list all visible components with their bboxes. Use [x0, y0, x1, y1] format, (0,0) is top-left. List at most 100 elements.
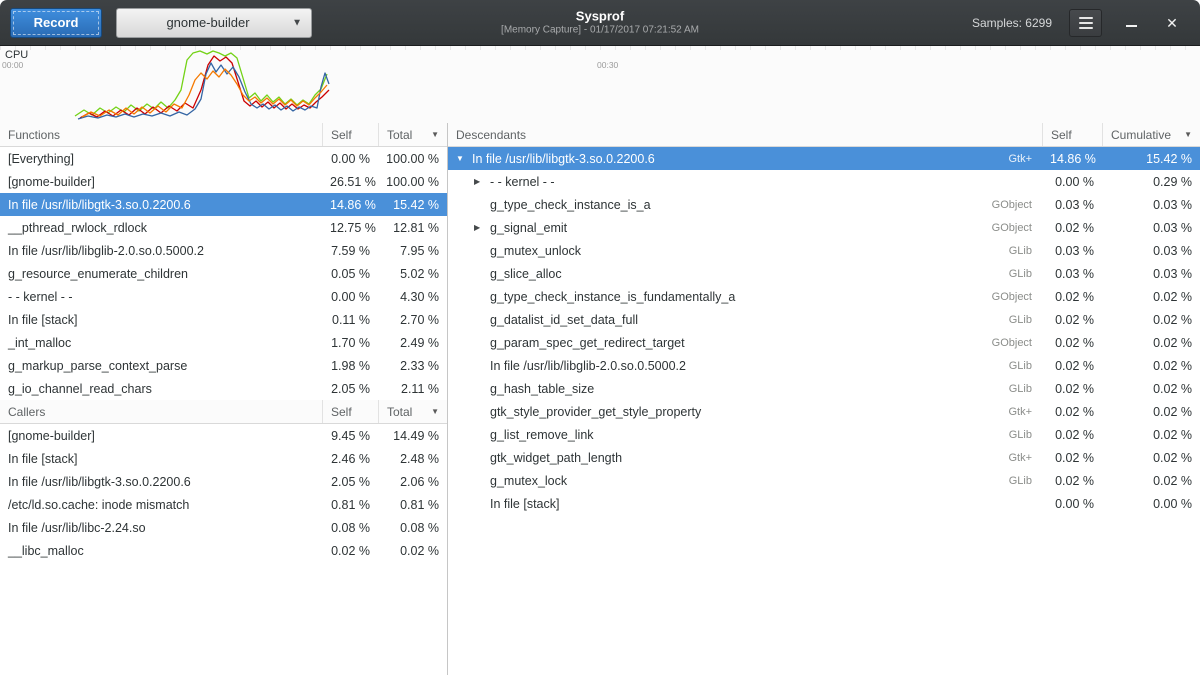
column-header-functions[interactable]: Functions	[0, 123, 322, 146]
menu-button[interactable]	[1069, 9, 1102, 37]
function-name: g_resource_enumerate_children	[0, 267, 322, 281]
table-row[interactable]: [Everything]0.00 %100.00 %	[0, 147, 447, 170]
table-row[interactable]: ▶g_signal_emitGObject0.02 %0.03 %	[448, 216, 1200, 239]
function-name-cell: g_type_check_instance_is_fundamentally_a	[448, 290, 978, 304]
collapse-icon[interactable]: ▼	[456, 154, 472, 163]
function-name: g_type_check_instance_is_fundamentally_a	[490, 290, 735, 304]
column-header-self[interactable]: Self	[322, 400, 378, 423]
self-percent: 0.02 %	[1042, 428, 1102, 442]
function-name: gtk_widget_path_length	[490, 451, 622, 465]
column-header-total[interactable]: Total ▼	[378, 400, 447, 423]
self-percent: 9.45 %	[322, 429, 378, 443]
process-selector-dropdown[interactable]: gnome-builder ▼	[116, 8, 312, 38]
library-badge: GObject	[978, 199, 1042, 211]
table-row[interactable]: g_param_spec_get_redirect_targetGObject0…	[448, 331, 1200, 354]
cumulative-percent: 0.02 %	[1102, 405, 1200, 419]
record-button[interactable]: Record	[10, 8, 102, 38]
table-row[interactable]: g_type_check_instance_is_fundamentally_a…	[448, 285, 1200, 308]
table-row[interactable]: In file /usr/lib/libglib-2.0.so.0.5000.2…	[0, 239, 447, 262]
function-name-cell: g_datalist_id_set_data_full	[448, 313, 978, 327]
function-name: In file [stack]	[0, 313, 322, 327]
cumulative-percent: 0.02 %	[1102, 313, 1200, 327]
total-percent: 100.00 %	[378, 152, 447, 166]
time-label-start: 00:00	[2, 60, 23, 70]
table-row[interactable]: g_resource_enumerate_children0.05 %5.02 …	[0, 262, 447, 285]
self-percent: 0.02 %	[322, 544, 378, 558]
table-row[interactable]: [gnome-builder]9.45 %14.49 %	[0, 424, 447, 447]
table-row[interactable]: g_list_remove_linkGLib0.02 %0.02 %	[448, 423, 1200, 446]
table-row[interactable]: - - kernel - -0.00 %4.30 %	[0, 285, 447, 308]
function-name-cell: gtk_widget_path_length	[448, 451, 978, 465]
function-name: g_mutex_lock	[490, 474, 567, 488]
cumulative-percent: 0.02 %	[1102, 290, 1200, 304]
self-percent: 0.00 %	[322, 152, 378, 166]
table-row[interactable]: g_datalist_id_set_data_fullGLib0.02 %0.0…	[448, 308, 1200, 331]
column-header-cumulative[interactable]: Cumulative ▼	[1102, 123, 1200, 146]
library-badge: Gtk+	[978, 452, 1042, 464]
table-row[interactable]: In file /usr/lib/libglib-2.0.so.0.5000.2…	[448, 354, 1200, 377]
table-row[interactable]: __pthread_rwlock_rdlock12.75 %12.81 %	[0, 216, 447, 239]
self-percent: 0.05 %	[322, 267, 378, 281]
table-row[interactable]: In file [stack]0.00 %0.00 %	[448, 492, 1200, 515]
column-header-descendants[interactable]: Descendants	[448, 123, 1042, 146]
column-header-self[interactable]: Self	[1042, 123, 1102, 146]
table-row[interactable]: In file [stack]2.46 %2.48 %	[0, 447, 447, 470]
table-row[interactable]: In file /usr/lib/libgtk-3.so.0.2200.62.0…	[0, 470, 447, 493]
column-header-total[interactable]: Total ▼	[378, 123, 447, 146]
column-label: Self	[331, 405, 352, 419]
functions-table-header: Functions Self Total ▼	[0, 123, 447, 147]
column-label: Self	[1051, 128, 1072, 142]
right-panel-filler	[448, 515, 1200, 675]
table-row[interactable]: ▼In file /usr/lib/libgtk-3.so.0.2200.6Gt…	[448, 147, 1200, 170]
total-percent: 100.00 %	[378, 175, 447, 189]
table-row[interactable]: g_slice_allocGLib0.03 %0.03 %	[448, 262, 1200, 285]
total-percent: 12.81 %	[378, 221, 447, 235]
table-row[interactable]: gtk_style_provider_get_style_propertyGtk…	[448, 400, 1200, 423]
expand-icon[interactable]: ▶	[474, 177, 490, 186]
self-percent: 2.46 %	[322, 452, 378, 466]
table-row[interactable]: In file /usr/lib/libc-2.24.so0.08 %0.08 …	[0, 516, 447, 539]
hamburger-icon	[1079, 17, 1093, 29]
cpu-series-red	[80, 56, 329, 118]
minimize-button[interactable]	[1119, 11, 1143, 35]
cumulative-percent: 0.02 %	[1102, 474, 1200, 488]
column-header-self[interactable]: Self	[322, 123, 378, 146]
column-header-callers[interactable]: Callers	[0, 400, 322, 423]
column-label: Total	[387, 405, 412, 419]
table-row[interactable]: g_mutex_unlockGLib0.03 %0.03 %	[448, 239, 1200, 262]
table-row[interactable]: gtk_widget_path_lengthGtk+0.02 %0.02 %	[448, 446, 1200, 469]
library-badge: GObject	[978, 222, 1042, 234]
function-name-cell: ▶g_signal_emit	[448, 221, 978, 235]
table-row[interactable]: g_type_check_instance_is_aGObject0.03 %0…	[448, 193, 1200, 216]
function-name: In file [stack]	[0, 452, 322, 466]
self-percent: 2.05 %	[322, 382, 378, 396]
function-name: /etc/ld.so.cache: inode mismatch	[0, 498, 322, 512]
function-name: In file /usr/lib/libgtk-3.so.0.2200.6	[0, 475, 322, 489]
table-row[interactable]: In file [stack]0.11 %2.70 %	[0, 308, 447, 331]
table-row[interactable]: ▶- - kernel - -0.00 %0.29 %	[448, 170, 1200, 193]
descendants-table-body: ▼In file /usr/lib/libgtk-3.so.0.2200.6Gt…	[448, 147, 1200, 515]
total-percent: 0.08 %	[378, 521, 447, 535]
table-row[interactable]: g_markup_parse_context_parse1.98 %2.33 %	[0, 354, 447, 377]
expand-icon[interactable]: ▶	[474, 223, 490, 232]
library-badge: GLib	[978, 314, 1042, 326]
cpu-series-orange	[82, 69, 327, 117]
cpu-usage-graph[interactable]: CPU 00:00 00:30	[0, 46, 1200, 123]
column-label: Descendants	[456, 128, 526, 142]
table-row[interactable]: /etc/ld.so.cache: inode mismatch0.81 %0.…	[0, 493, 447, 516]
table-row[interactable]: g_hash_table_sizeGLib0.02 %0.02 %	[448, 377, 1200, 400]
column-label: Callers	[8, 405, 45, 419]
close-button[interactable]: ✕	[1160, 11, 1184, 35]
table-row[interactable]: In file /usr/lib/libgtk-3.so.0.2200.614.…	[0, 193, 447, 216]
table-row[interactable]: __libc_malloc0.02 %0.02 %	[0, 539, 447, 562]
function-name: [gnome-builder]	[0, 429, 322, 443]
table-row[interactable]: [gnome-builder]26.51 %100.00 %	[0, 170, 447, 193]
table-row[interactable]: g_io_channel_read_chars2.05 %2.11 %	[0, 377, 447, 400]
table-row[interactable]: g_mutex_lockGLib0.02 %0.02 %	[448, 469, 1200, 492]
cpu-series-blue	[78, 63, 329, 119]
table-row[interactable]: _int_malloc1.70 %2.49 %	[0, 331, 447, 354]
self-percent: 0.81 %	[322, 498, 378, 512]
column-label: Functions	[8, 128, 60, 142]
function-name-cell: gtk_style_provider_get_style_property	[448, 405, 978, 419]
self-percent: 0.00 %	[1042, 497, 1102, 511]
